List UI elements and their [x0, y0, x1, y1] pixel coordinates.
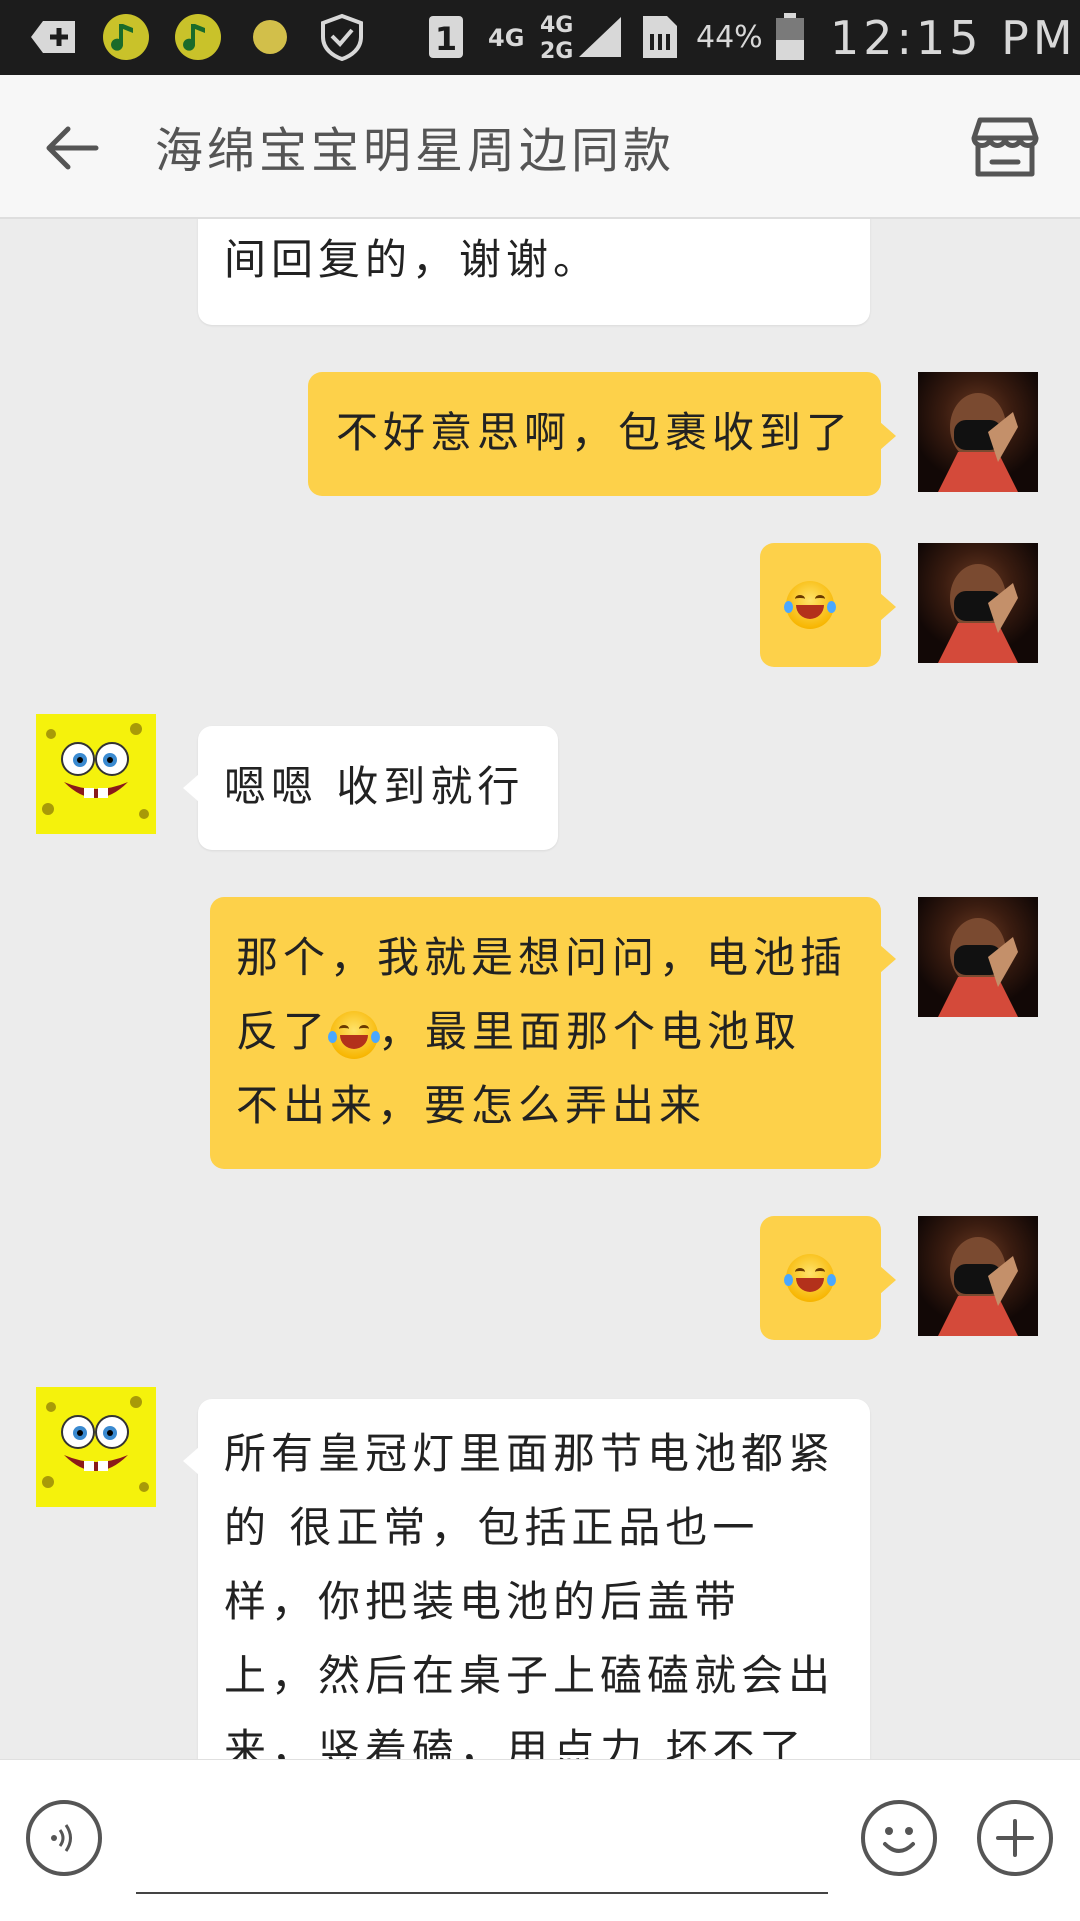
chat-header: 海绵宝宝明星周边同款: [0, 75, 1080, 219]
status-bar: 1 4G 4G 2G 44% 12:15 PM: [0, 0, 1080, 75]
store-icon: [971, 117, 1039, 177]
emoji-button[interactable]: [861, 1800, 937, 1876]
message-bubble-outgoing[interactable]: [760, 1216, 896, 1340]
message-bubble-outgoing[interactable]: [760, 543, 896, 667]
voice-button[interactable]: [26, 1800, 102, 1876]
my-avatar[interactable]: [918, 372, 1038, 492]
message-bubble-outgoing[interactable]: 那个，我就是想问问，电池插 反了 ，最里面那个电池取 不出来，要怎么弄出来: [210, 897, 896, 1169]
page-title: 海绵宝宝明星周边同款: [155, 123, 676, 179]
battery-percent: 44%: [696, 20, 763, 55]
input-bar: [0, 1759, 1080, 1921]
signal-icon: [576, 12, 624, 62]
message-bubble-incoming[interactable]: 间回复的，谢谢。: [198, 219, 870, 325]
music-app-icon: [172, 12, 224, 62]
message-bubble-outgoing[interactable]: 不好意思啊，包裹收到了: [308, 372, 896, 496]
message-bubble-incoming[interactable]: 所有皇冠灯里面那节电池都紧 的 很正常，包括正品也一 样，你把装电池的后盖带 上…: [183, 1399, 870, 1759]
my-avatar[interactable]: [918, 543, 1038, 663]
my-avatar[interactable]: [918, 1216, 1038, 1336]
message-text: 所有皇冠灯里面那节电池都紧 的 很正常，包括正品也一 样，你把装电池的后盖带 上…: [224, 1429, 836, 1759]
shield-icon: [318, 12, 366, 62]
my-avatar[interactable]: [918, 897, 1038, 1017]
message-bubble-incoming[interactable]: 嗯嗯 收到就行: [183, 726, 558, 850]
sim-card-icon: [640, 12, 680, 62]
message-line-2-end: ，最里面那个电池取: [378, 1007, 802, 1056]
clock: 12:15 PM: [830, 10, 1077, 65]
tears-of-joy-emoji: [328, 1010, 381, 1059]
dot-notification-icon: [248, 12, 292, 62]
network-type-top: 4G: [488, 23, 525, 52]
battery-icon: [772, 12, 808, 62]
music-app-icon: [100, 12, 152, 62]
arrow-left-icon: [46, 126, 99, 170]
plus-button[interactable]: [977, 1800, 1053, 1876]
tears-of-joy-emoji: [784, 581, 836, 629]
smiley-icon: [883, 1827, 915, 1853]
message-text: 不好意思啊，包裹收到了: [336, 408, 854, 457]
message-text: 嗯嗯 收到就行: [224, 762, 525, 811]
message-input[interactable]: [136, 1892, 828, 1894]
store-button[interactable]: [965, 111, 1045, 185]
sim-icon: 1: [426, 12, 466, 62]
back-button[interactable]: [32, 113, 112, 183]
chat-messages[interactable]: 间回复的，谢谢。 不好意思啊，包裹收到了 嗯嗯 收到就行 那个，我就是想问问，电…: [0, 219, 1080, 1759]
tears-of-joy-emoji: [784, 1254, 836, 1302]
message-line-1: 那个，我就是想问问，电池插: [236, 933, 848, 982]
message-line-2: 反了 ，最里面那个电池取: [236, 995, 801, 1069]
contact-avatar[interactable]: [36, 714, 156, 834]
voice-icon: [51, 1824, 72, 1852]
add-notification-icon: [28, 12, 80, 62]
contact-avatar[interactable]: [36, 1387, 156, 1507]
message-text: 间回复的，谢谢。: [224, 235, 601, 284]
message-line-3: 不出来，要怎么弄出来: [236, 1081, 707, 1130]
message-line-2-start: 反了: [236, 1007, 331, 1056]
sim-label: 1: [435, 20, 457, 58]
plus-icon: [996, 1819, 1034, 1857]
